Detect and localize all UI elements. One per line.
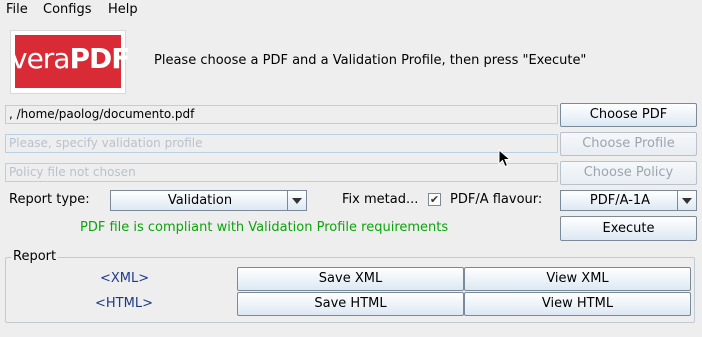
choose-profile-button: Choose Profile [560, 132, 697, 156]
chevron-down-icon [682, 198, 692, 204]
verapdf-logo: veraPDF [10, 30, 130, 94]
logo-text-pdf: PDF [69, 42, 130, 75]
menu-bar: File Configs Help [0, 0, 702, 20]
validation-status-message: PDF file is compliant with Validation Pr… [80, 220, 449, 235]
save-xml-button[interactable]: Save XML [237, 267, 464, 291]
menu-help[interactable]: Help [108, 2, 138, 17]
html-report-link[interactable]: <HTML> [95, 296, 153, 311]
checkmark-icon: ✔ [429, 193, 440, 206]
dropdown-arrow-box[interactable] [677, 191, 696, 210]
pdfa-flavour-dropdown[interactable]: PDF/A-1A [560, 190, 697, 211]
choose-policy-button: Choose Policy [560, 161, 697, 185]
logo-text: veraPDF [11, 42, 130, 75]
xml-report-link[interactable]: <XML> [100, 271, 149, 286]
pdf-path-field[interactable]: , /home/paolog/documento.pdf [5, 105, 558, 124]
policy-file-field: Policy file not chosen [5, 163, 558, 182]
view-html-button[interactable]: View HTML [464, 292, 691, 316]
view-xml-button[interactable]: View XML [464, 267, 691, 291]
save-html-button[interactable]: Save HTML [237, 292, 464, 316]
dropdown-arrow-box[interactable] [287, 191, 306, 210]
instruction-text: Please choose a PDF and a Validation Pro… [154, 53, 587, 68]
logo-text-vera: vera [11, 42, 70, 75]
mouse-cursor-icon [498, 149, 512, 168]
execute-button[interactable]: Execute [560, 216, 697, 241]
menu-file[interactable]: File [6, 2, 28, 17]
pdfa-flavour-value: PDF/A-1A [589, 193, 651, 208]
pdfa-flavour-label: PDF/A flavour: [450, 192, 543, 207]
choose-pdf-button[interactable]: Choose PDF [560, 103, 697, 127]
fix-metadata-checkbox[interactable]: ✔ [428, 193, 441, 206]
fix-metadata-label: Fix metad... [342, 192, 419, 207]
report-type-label: Report type: [9, 192, 90, 207]
report-type-value: Validation [167, 193, 233, 208]
report-type-dropdown[interactable]: Validation [110, 190, 307, 211]
chevron-down-icon [292, 198, 302, 204]
validation-profile-field: Please, specify validation profile [5, 134, 558, 153]
report-group-title: Report [11, 249, 59, 264]
menu-configs[interactable]: Configs [43, 2, 91, 17]
